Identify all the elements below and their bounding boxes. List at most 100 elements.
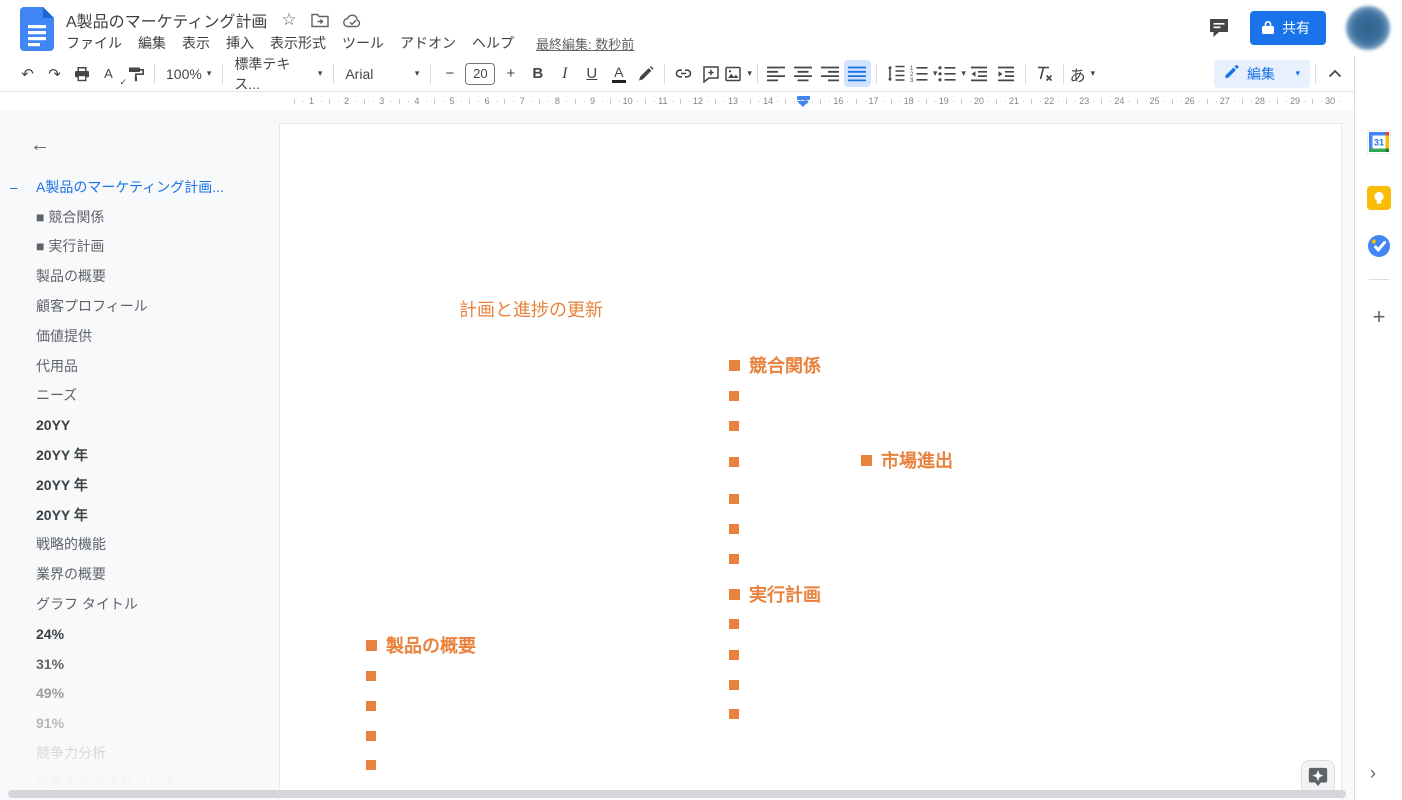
doc-bullet[interactable] [729,650,739,660]
doc-bullet[interactable] [729,494,739,504]
editing-mode-select[interactable]: 編集 ▾ [1214,59,1310,88]
numbered-list-button[interactable]: 1 2 3 ▾ [909,60,938,87]
doc-bullet[interactable] [729,524,739,534]
outline-item[interactable]: 代用品 [0,351,270,381]
line-spacing-button[interactable] [882,60,909,87]
horizontal-scrollbar[interactable] [8,790,1346,798]
outline-item[interactable]: グラフ タイトル [0,589,270,619]
outline-item[interactable]: 20YY [0,410,270,440]
ruler[interactable]: 1 2 3 4 5 6 7 8 9 10 11 12 13 14 15 16 17 18 19 20 21 22 23 24 2… [0,93,1354,110]
paragraph-style-select[interactable]: 標準テキス... ▾ [228,56,328,92]
outline-item[interactable]: 20YY 年 [0,500,270,530]
align-left-button[interactable] [763,60,790,87]
doc-title[interactable]: 計画と進捗の更新 [459,296,603,322]
hide-side-panel-button[interactable]: › [1370,763,1376,784]
spellcheck-button[interactable]: A ✓ [95,60,127,87]
align-center-button[interactable] [790,60,817,87]
star-icon[interactable]: ☆ [281,10,296,30]
menu-アドオン[interactable]: アドオン [392,31,464,55]
user-avatar[interactable] [1346,6,1390,50]
text-color-button[interactable]: A [605,60,632,87]
indent-marker[interactable] [797,96,810,107]
side-panel-divider [1369,279,1389,280]
explore-button[interactable] [1301,760,1335,794]
menu-編集[interactable]: 編集 [130,31,174,55]
font-select[interactable]: Arial ▾ [339,60,425,87]
get-addons-button[interactable]: + [1367,305,1391,329]
outline-item[interactable]: – A製品のマーケティング計画... [0,172,270,202]
doc-bullet[interactable] [729,709,739,719]
doc-bullet[interactable] [729,554,739,564]
zoom-select[interactable]: 100% ▾ [160,60,217,87]
outline-item[interactable]: 競争力分析 [0,738,270,768]
move-folder-icon[interactable] [310,12,329,28]
close-outline-button[interactable]: ← [30,134,54,158]
last-edited-link[interactable]: 最終編集: 数秒前 [536,34,634,53]
doc-heading[interactable]: 競合関係 [729,352,821,378]
clear-formatting-button[interactable] [1031,60,1058,87]
outline-item[interactable]: 戦略的機能 [0,530,270,560]
decrease-font-size-button[interactable]: − [436,60,463,87]
bold-button[interactable]: B [524,60,551,87]
italic-button[interactable]: I [551,60,578,87]
menu-ヘルプ[interactable]: ヘルプ [464,31,522,55]
document-page[interactable]: 計画と進捗の更新競合関係市場進出実行計画製品の概要 [279,123,1342,800]
doc-bullet[interactable] [729,680,739,690]
highlight-color-button[interactable] [632,60,659,87]
outline-item[interactable]: 製品の概要 [0,261,270,291]
doc-bullet[interactable] [729,421,739,431]
menu-表示[interactable]: 表示 [174,31,218,55]
outline-item[interactable]: 顧客プロフィール [0,291,270,321]
outline-item[interactable]: ■ 実行計画 [0,232,270,262]
doc-bullet[interactable] [729,391,739,401]
menu-ファイル[interactable]: ファイル [58,31,130,55]
ruler-unit: 9 [574,93,610,110]
print-button[interactable] [68,60,95,87]
justify-button[interactable] [843,60,871,87]
increase-font-size-button[interactable]: + [497,60,524,87]
font-size-input[interactable]: 20 [465,62,496,85]
outline-item[interactable]: 20YY 年 [0,440,270,470]
increase-indent-button[interactable] [993,60,1020,87]
doc-heading[interactable]: 実行計画 [729,581,821,607]
decrease-indent-button[interactable] [966,60,993,87]
doc-bullet[interactable] [729,619,739,629]
input-tools-button[interactable]: あ ▾ [1069,60,1096,87]
outline-item[interactable]: 価値提供 [0,321,270,351]
outline-item[interactable]: 20YY 年 [0,470,270,500]
doc-heading[interactable]: 市場進出 [861,447,953,473]
underline-button[interactable]: U [578,60,605,87]
doc-heading[interactable]: 製品の概要 [366,632,476,658]
calendar-icon[interactable]: 31 [1366,129,1392,155]
outline-item[interactable]: ニーズ [0,381,270,411]
add-comment-button[interactable] [697,60,724,87]
outline-item[interactable]: ■ 競合関係 [0,202,270,232]
align-right-button[interactable] [817,60,844,87]
outline-item[interactable]: 業界の概要 [0,559,270,589]
outline-item[interactable]: 24% [0,619,270,649]
hide-menus-button[interactable] [1321,60,1348,87]
document-title[interactable]: A製品のマーケティング計画 [66,8,267,32]
insert-image-button[interactable]: ▾ [724,60,752,87]
menu-挿入[interactable]: 挿入 [218,31,262,55]
docs-logo-icon[interactable] [20,7,54,56]
menu-表示形式[interactable]: 表示形式 [262,31,334,55]
outline-item[interactable]: 49% [0,679,270,709]
doc-bullet[interactable] [366,731,376,741]
menu-ツール[interactable]: ツール [334,31,392,55]
share-button[interactable]: 共有 [1250,11,1326,45]
keep-icon[interactable] [1367,186,1391,210]
doc-bullet[interactable] [729,457,739,467]
tasks-icon[interactable] [1367,234,1391,258]
outline-item[interactable]: 91% [0,708,270,738]
doc-bullet[interactable] [366,671,376,681]
redo-button[interactable]: ↷ [41,60,68,87]
bulleted-list-button[interactable]: ▾ [937,60,966,87]
doc-bullet[interactable] [366,760,376,770]
doc-bullet[interactable] [366,701,376,711]
comments-icon[interactable] [1208,17,1230,39]
insert-link-button[interactable] [670,60,697,87]
undo-button[interactable]: ↶ [14,60,41,87]
cloud-status-icon[interactable] [342,13,363,28]
outline-item[interactable]: 31% [0,649,270,679]
